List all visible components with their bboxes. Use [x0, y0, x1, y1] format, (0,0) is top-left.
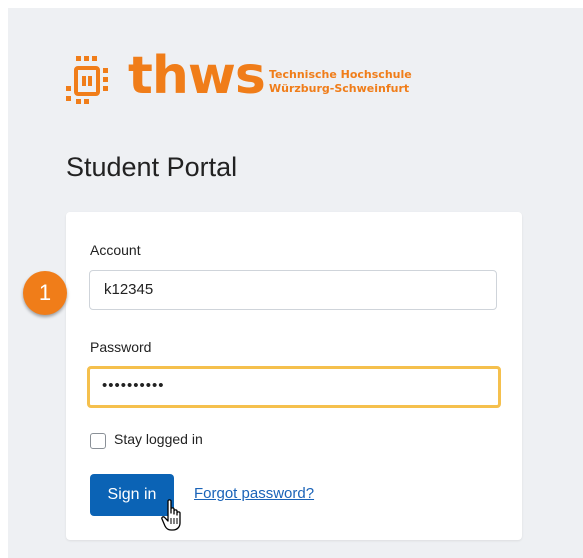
password-input[interactable]: ••••••••••	[87, 366, 501, 408]
login-card: Account k12345 Password •••••••••• Stay …	[66, 212, 522, 540]
account-label: Account	[90, 242, 141, 258]
stay-logged-in-label[interactable]: Stay logged in	[114, 431, 203, 447]
logo-wordmark: thws	[128, 46, 266, 106]
thws-logo-mark-icon	[66, 56, 108, 104]
logo-subtitle-line1: Technische Hochschule	[269, 68, 412, 81]
forgot-password-link[interactable]: Forgot password?	[194, 485, 314, 502]
logo-subtitle: Technische Hochschule Würzburg-Schweinfu…	[269, 68, 412, 96]
logo-subtitle-line2: Würzburg-Schweinfurt	[269, 82, 410, 95]
account-input[interactable]: k12345	[89, 270, 497, 310]
password-label: Password	[90, 339, 152, 355]
step-number-badge: 1	[23, 271, 67, 315]
page-title: Student Portal	[66, 152, 238, 182]
thws-logo: thws Technische Hochschule Würzburg-Schw…	[62, 46, 462, 112]
hand-pointer-icon	[161, 499, 181, 531]
stay-logged-in-checkbox[interactable]	[90, 433, 106, 449]
